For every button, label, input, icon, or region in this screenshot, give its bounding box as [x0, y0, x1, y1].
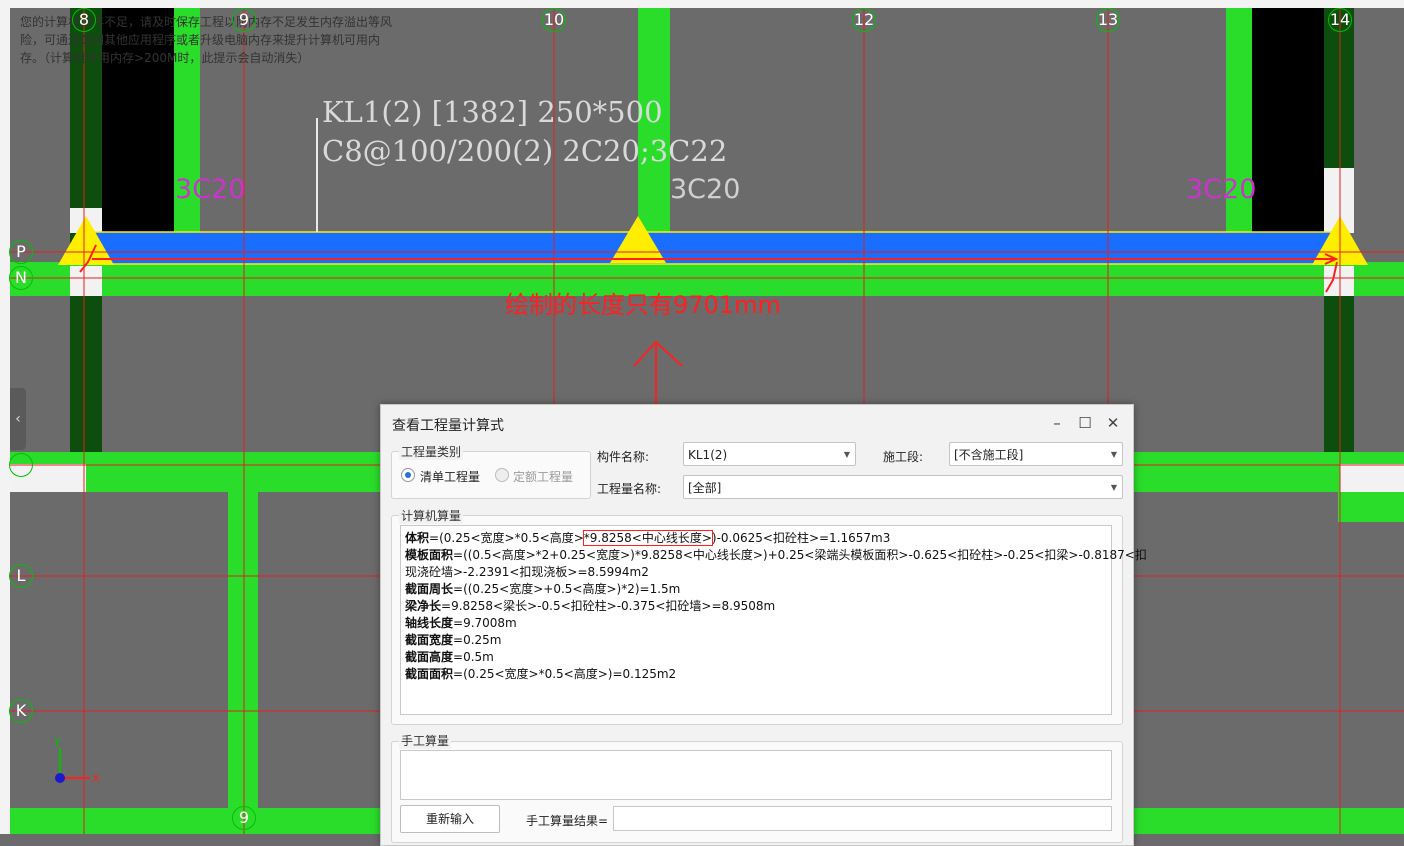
column	[1324, 8, 1354, 168]
length-annotation: 绘制的长度只有9701mm	[505, 291, 781, 319]
radio-qingdan[interactable]	[401, 468, 415, 482]
column	[1252, 8, 1324, 233]
calc-formula-dialog: 查看工程量计算式 – ☐ ✕ 工程量类别 清单工程量 定额工程量 构件名称: K…	[380, 404, 1147, 846]
axis-label-left: N	[9, 266, 33, 290]
formula-line: 截面宽度=0.25m	[405, 633, 502, 647]
quantity-label: 工程量名称:	[597, 482, 662, 496]
formula-line: 截面高度=0.5m	[405, 650, 494, 664]
axis-label-top: 12	[852, 8, 876, 32]
axis-label-left	[9, 453, 33, 477]
column	[1324, 296, 1354, 452]
axis-label-left: K	[9, 699, 33, 723]
category-group-title: 工程量类别	[399, 443, 464, 460]
formula-line: 现浇砼墙>-2.2391<扣现浇板>=8.5994m2	[405, 565, 649, 579]
axis-label-top: 13	[1096, 8, 1120, 32]
formula-line: 梁净长=9.8258<梁长>-0.5<扣砼柱>-0.375<扣砼墙>=8.950…	[405, 599, 776, 613]
radio-dinge-label[interactable]: 定额工程量	[513, 468, 573, 485]
formula-line: 截面面积=(0.25<宽度>*0.5<高度>)=0.125m2	[405, 667, 677, 681]
chevron-down-icon: ▼	[843, 450, 850, 459]
formula-line: 体积=(0.25<宽度>*0.5<高度>*9.8258<中心线长度>)-0.06…	[405, 530, 891, 546]
component-value: KL1(2)	[688, 448, 728, 462]
highlight-box: *9.8258<中心线长度>	[582, 530, 713, 546]
dialog-title: 查看工程量计算式	[392, 418, 504, 434]
axis-label-top: 8	[72, 8, 96, 32]
maximize-icon[interactable]: ☐	[1075, 413, 1095, 433]
coord-x-label: X	[92, 772, 100, 785]
formula-line: 模板面积=((0.5<高度>*2+0.25<宽度>)*9.8258<中心线长度>…	[405, 548, 1147, 562]
axis-label-top: 9	[232, 8, 256, 32]
manual-result-label: 手工算量结果=	[526, 814, 609, 828]
rebar-label-right: 3C20	[1186, 174, 1257, 205]
minimize-icon[interactable]: –	[1047, 413, 1067, 433]
formula-line: 轴线长度=9.7008m	[405, 616, 517, 630]
chevron-down-icon: ▼	[1110, 483, 1117, 492]
component-select[interactable]: KL1(2) ▼	[683, 442, 856, 466]
axis-label-top: 14	[1328, 8, 1352, 32]
section-value: [不含施工段]	[954, 448, 1024, 462]
chevron-down-icon: ▼	[1110, 450, 1117, 459]
radio-qingdan-label[interactable]: 清单工程量	[420, 468, 480, 485]
axis-label-left: P	[9, 240, 33, 264]
beam-label-line2: C8@100/200(2) 2C20;3C22	[322, 134, 728, 168]
quantity-select[interactable]: [全部] ▼	[683, 475, 1123, 499]
rebar-label-mid: 3C20	[670, 174, 741, 205]
coord-y-label: Y	[54, 736, 61, 749]
axis-label-top: 10	[542, 8, 566, 32]
collapse-panel-button[interactable]: ‹	[10, 388, 26, 450]
beam-label-line1: KL1(2) [1382] 250*500	[322, 95, 663, 129]
section-label: 施工段:	[883, 450, 924, 464]
section-select[interactable]: [不含施工段] ▼	[949, 442, 1123, 466]
formula-line: 截面周长=((0.25<宽度>+0.5<高度>)*2)=1.5m	[405, 582, 681, 596]
axis-label-bottom: 9	[232, 806, 256, 830]
manual-input[interactable]	[400, 750, 1112, 800]
rebar-label-left: 3C20	[175, 174, 246, 205]
computer-group-title: 计算机算量	[399, 507, 464, 524]
manual-result-field[interactable]	[613, 806, 1112, 831]
manual-group-title: 手工算量	[399, 732, 452, 749]
radio-dinge[interactable]	[495, 468, 509, 482]
close-icon[interactable]: ✕	[1103, 413, 1123, 433]
axis-label-left: L	[9, 564, 33, 588]
component-label: 构件名称:	[597, 450, 650, 464]
reinput-button[interactable]: 重新输入	[400, 805, 500, 833]
quantity-value: [全部]	[688, 481, 722, 495]
